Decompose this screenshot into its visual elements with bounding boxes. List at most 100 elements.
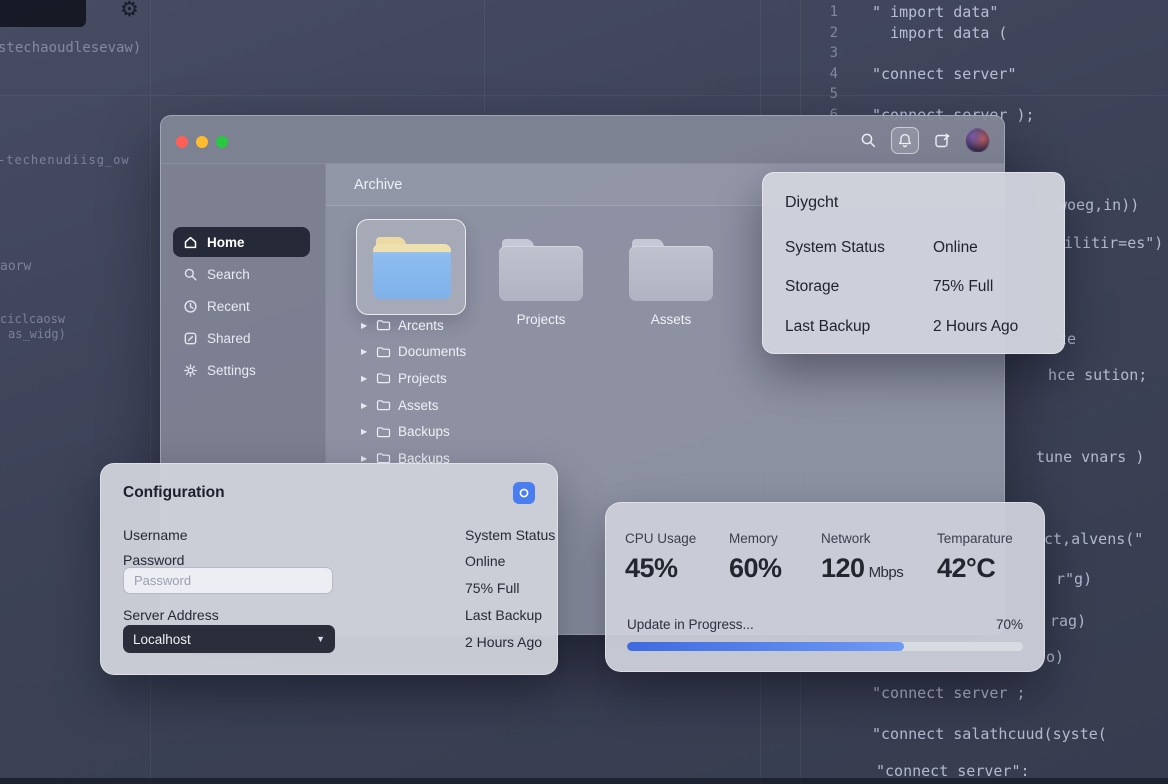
zoom-button[interactable] [216, 136, 228, 148]
code-fragment: as_widg) [8, 327, 66, 341]
metric-label: Network [821, 531, 871, 546]
compose-icon[interactable] [930, 128, 954, 152]
sidebar-item-shared[interactable]: Shared [173, 323, 310, 353]
bg-dark-block [0, 0, 86, 27]
code-fragment: r"g) [1056, 570, 1093, 588]
folder-tile-selected[interactable] [356, 219, 466, 315]
metric-label: CPU Usage [625, 531, 697, 546]
sidebar-item-label: Recent [207, 298, 250, 314]
gear-icon [184, 363, 197, 377]
system-stats-panel: CPU Usage 45% Memory 60% Network 120 Mbps… [605, 502, 1045, 672]
status-row-label: Storage [785, 278, 840, 295]
folder-icon-assets[interactable] [629, 239, 713, 301]
power-icon[interactable] [513, 482, 535, 504]
tree-item-label: Assets [398, 397, 439, 413]
search-icon[interactable] [856, 128, 880, 152]
window-toolbar [161, 116, 1004, 164]
chevron-right-icon[interactable]: ▶ [361, 321, 369, 330]
progress-bar [627, 642, 1023, 651]
popover-title: Diygcht [785, 194, 839, 211]
config-status-line: Online [465, 553, 506, 569]
chevron-down-icon: ▼ [316, 634, 325, 644]
metric-label: Memory [729, 531, 778, 546]
sidebar-item-label: Search [207, 266, 250, 282]
folder-icon [376, 373, 391, 384]
status-row-value: Online [933, 239, 978, 256]
code-line: 5 [812, 84, 1035, 105]
code-fragment: "connect server ; [872, 684, 1026, 702]
avatar[interactable] [965, 127, 990, 153]
metric-memory: Memory 60% [729, 531, 786, 584]
tree-item[interactable]: ▶ Arcents [361, 312, 581, 339]
status-row-label: Last Backup [785, 318, 871, 335]
metric-value: 120 [821, 553, 865, 583]
sidebar-item-label: Settings [207, 362, 256, 378]
server-dropdown[interactable]: Localhost ▼ [123, 625, 335, 653]
code-editor-snippet: 1 " import data" 2 import data ( 3 4 "conn… [812, 2, 1035, 125]
sidebar-item-label: Home [207, 234, 245, 250]
code-fragment: "connect server": [876, 762, 1030, 780]
password-field[interactable] [123, 567, 333, 594]
code-fragment: stechaoudlesevaw) [0, 40, 142, 56]
progress-label: Update in Progress... [627, 617, 754, 632]
panel-title: Configuration [123, 484, 225, 501]
metric-value: 60% [729, 553, 782, 583]
metric-value: 45% [625, 553, 678, 583]
code-line: 3 [812, 43, 1035, 64]
chevron-right-icon[interactable]: ▶ [361, 454, 369, 463]
folder-label: Assets [650, 312, 692, 327]
code-fragment: o) [1046, 648, 1065, 666]
tree-item[interactable]: ▶ Documents [361, 339, 581, 366]
sidebar-item-recent[interactable]: Recent [173, 291, 310, 321]
tree-item-label: Documents [398, 344, 467, 360]
chevron-right-icon[interactable]: ▶ [361, 427, 369, 436]
notifications-button[interactable] [891, 126, 919, 154]
code-fragment: ilitir=es") [1064, 234, 1164, 252]
code-text: "connect server" [872, 64, 1017, 83]
code-line: 1 " import data" [812, 2, 1035, 23]
sidebar-item-label: Shared [207, 330, 251, 346]
progress-percent: 70% [995, 617, 1023, 632]
shared-icon [184, 332, 197, 344]
line-number: 2 [829, 24, 838, 41]
configuration-panel: Configuration Username Password Server A… [100, 463, 558, 675]
code-fragment: aorw [0, 259, 32, 274]
sidebar-item-home[interactable]: Home [173, 227, 310, 257]
status-popover: Diygcht System Status Online Storage 75%… [762, 172, 1065, 354]
progress-fill [627, 642, 905, 651]
chevron-right-icon[interactable]: ▶ [361, 401, 369, 410]
code-line: 2 import data ( [812, 23, 1035, 44]
home-icon [184, 236, 197, 248]
bg-gear-icon: ⚙ [120, 0, 139, 21]
chevron-right-icon[interactable]: ▶ [361, 347, 369, 356]
clock-icon [184, 299, 197, 313]
chevron-right-icon[interactable]: ▶ [361, 374, 369, 383]
line-number: 3 [829, 45, 838, 61]
config-status-line: 75% Full [465, 580, 520, 596]
code-fragment: hce sution; [1048, 366, 1148, 384]
folder-icon-blue [373, 237, 451, 299]
folder-icon [376, 400, 391, 411]
breadcrumb: Archive [354, 176, 403, 193]
tree-item[interactable]: ▶ Assets [361, 392, 581, 419]
folder-icon [376, 426, 391, 437]
sidebar-item-search[interactable]: Search [173, 259, 310, 289]
password-label: Password [123, 552, 185, 568]
bell-icon [898, 133, 912, 147]
tree-item[interactable]: ▶ Projects [361, 365, 581, 392]
code-fragment: woeg,in)) [1058, 196, 1140, 214]
minimize-button[interactable] [196, 136, 208, 148]
code-fragment: tune vnars ) [1036, 448, 1145, 466]
code-fragment: rag) [1050, 612, 1087, 630]
server-dropdown-value: Localhost [133, 631, 191, 647]
code-fragment: ct,alvens(" [1044, 530, 1144, 548]
tree-item-label: Backups [398, 424, 450, 440]
sidebar-item-settings[interactable]: Settings [173, 355, 310, 385]
server-address-label: Server Address [123, 607, 219, 623]
close-button[interactable] [176, 136, 188, 148]
folder-icon-projects[interactable] [499, 239, 583, 301]
folder-tree: ▶ Arcents ▶ Documents ▶ Projects ▶ Asset… [361, 312, 581, 472]
status-row-value: 75% Full [933, 278, 994, 295]
config-status-line: 2 Hours Ago [465, 634, 543, 650]
tree-item[interactable]: ▶ Backups [361, 418, 581, 445]
